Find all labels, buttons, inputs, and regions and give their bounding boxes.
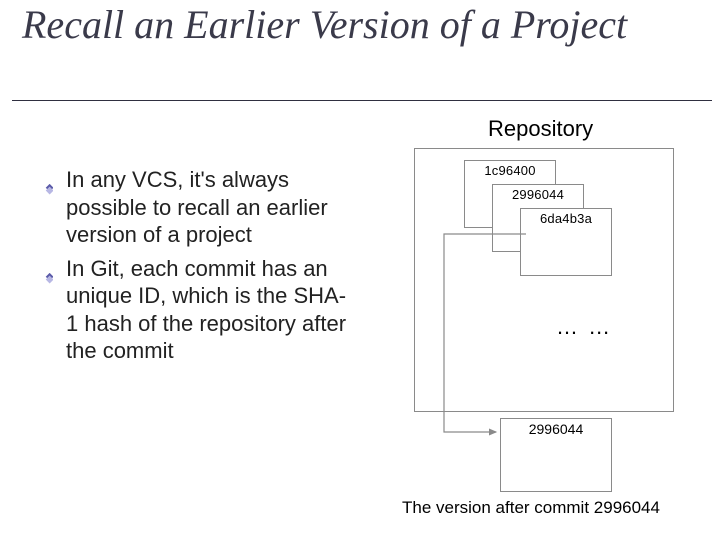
ellipsis: … … <box>556 314 612 340</box>
snapshot-id: 2996044 <box>493 187 583 202</box>
diamond-bullet-icon <box>42 263 53 274</box>
recalled-version-box: 2996044 <box>500 418 612 492</box>
snapshot-box: 6da4b3a <box>520 208 612 276</box>
snapshot-id: 1c96400 <box>465 163 555 178</box>
bullet-item: In Git, each commit has an unique ID, wh… <box>42 255 352 365</box>
caption-text: The version after commit 2996044 <box>402 498 660 518</box>
repository-label: Repository <box>488 116 593 142</box>
title-underline <box>12 100 712 101</box>
slide: Recall an Earlier Version of a Project I… <box>0 0 720 540</box>
bullet-list: In any VCS, it's always possible to reca… <box>42 166 352 371</box>
recalled-version-id: 2996044 <box>501 421 611 437</box>
slide-title: Recall an Earlier Version of a Project <box>22 4 682 46</box>
diamond-bullet-icon <box>42 174 53 185</box>
bullet-item: In any VCS, it's always possible to reca… <box>42 166 352 249</box>
bullet-text: In Git, each commit has an unique ID, wh… <box>66 256 346 364</box>
bullet-text: In any VCS, it's always possible to reca… <box>66 167 328 247</box>
snapshot-id: 6da4b3a <box>521 211 611 226</box>
